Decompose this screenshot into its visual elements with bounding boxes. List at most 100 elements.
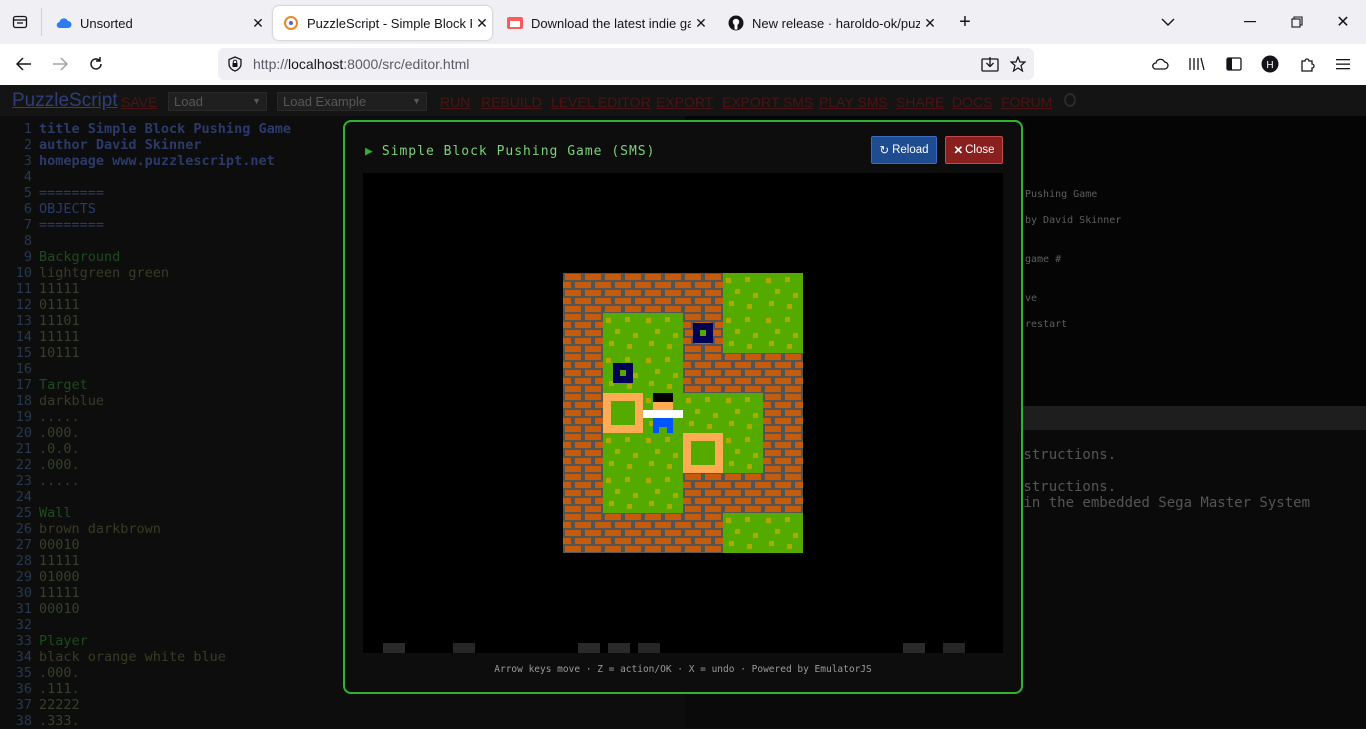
cloud-icon bbox=[56, 15, 72, 31]
code-line: 01111 bbox=[39, 297, 80, 313]
rebuild-link[interactable]: REBUILD bbox=[481, 94, 542, 110]
code-line: 10111 bbox=[39, 345, 80, 361]
export-link[interactable]: EXPORT bbox=[656, 94, 713, 110]
extensions-icon[interactable] bbox=[1297, 54, 1317, 74]
line-number: 1 bbox=[23, 121, 32, 137]
export-sms-link[interactable]: EXPORT SMS bbox=[722, 94, 813, 110]
close-icon: ✕ bbox=[953, 145, 964, 157]
close-tab-icon[interactable]: ✕ bbox=[248, 15, 268, 32]
url-bar[interactable]: http://localhost:8000/src/editor.html bbox=[218, 48, 1034, 80]
line-number: 24 bbox=[15, 489, 32, 505]
save-to-pocket-icon[interactable] bbox=[980, 54, 1000, 74]
library-icon[interactable] bbox=[1187, 54, 1207, 74]
code-line: ..... bbox=[39, 473, 80, 489]
line-number: 9 bbox=[23, 249, 32, 265]
close-tab-icon[interactable]: ✕ bbox=[920, 15, 940, 32]
console-line: in the embedded Sega Master System bbox=[1015, 495, 1311, 511]
line-number: 12 bbox=[15, 297, 32, 313]
code-line: 00010 bbox=[39, 601, 80, 617]
reload-icon: ↻ bbox=[879, 145, 890, 157]
line-number: 22 bbox=[15, 457, 32, 473]
tab-github[interactable]: New release · haroldo-ok/puzzlescript ✕ bbox=[718, 6, 940, 40]
line-number: 31 bbox=[15, 601, 32, 617]
line-number: 19 bbox=[15, 409, 32, 425]
emulator-control-overlay bbox=[943, 643, 965, 653]
code-line: Target bbox=[39, 377, 88, 393]
line-number: 33 bbox=[15, 633, 32, 649]
github-icon bbox=[728, 15, 744, 31]
code-line: 00010 bbox=[39, 537, 80, 553]
tab-puzzlescript[interactable]: PuzzleScript - Simple Block Pushing Game… bbox=[273, 6, 492, 40]
level-editor-link[interactable]: LEVEL EDITOR bbox=[551, 94, 651, 110]
reload-button[interactable]: ↻ Reload bbox=[871, 136, 937, 164]
line-number: 15 bbox=[15, 345, 32, 361]
navigation-bar: http://localhost:8000/src/editor.html H bbox=[0, 44, 1366, 86]
list-all-tabs-icon[interactable] bbox=[1158, 12, 1178, 32]
code-line: Player bbox=[39, 633, 88, 649]
emulator-control-overlay bbox=[578, 643, 600, 653]
close-tab-icon[interactable]: ✕ bbox=[472, 15, 492, 32]
line-number: 37 bbox=[15, 697, 32, 713]
code-line: Background bbox=[39, 249, 121, 265]
bookmark-star-icon[interactable] bbox=[1008, 54, 1028, 74]
modal-title: ▶ Simple Block Pushing Game (SMS) bbox=[365, 144, 656, 159]
emulator-control-overlay bbox=[638, 643, 660, 653]
back-icon[interactable] bbox=[14, 54, 34, 74]
line-number: 10 bbox=[15, 265, 32, 281]
code-line: 11111 bbox=[39, 281, 80, 297]
line-number: 32 bbox=[15, 617, 32, 633]
minimize-icon[interactable] bbox=[1240, 12, 1260, 32]
close-window-icon[interactable]: ✕ bbox=[1333, 12, 1353, 32]
close-tab-icon[interactable]: ✕ bbox=[691, 15, 711, 32]
game-canvas bbox=[383, 273, 965, 653]
profile-avatar-icon[interactable]: H bbox=[1260, 54, 1280, 74]
menu-hamburger-icon[interactable] bbox=[1333, 54, 1353, 74]
line-number: 18 bbox=[15, 393, 32, 409]
emulator-control-overlay bbox=[903, 643, 925, 653]
line-number: 21 bbox=[15, 441, 32, 457]
sidebar-icon[interactable] bbox=[1224, 54, 1244, 74]
line-number: 5 bbox=[23, 185, 32, 201]
code-line: title Simple Block Pushing Game bbox=[39, 121, 291, 137]
line-number: 29 bbox=[15, 569, 32, 585]
firefox-view-icon[interactable] bbox=[10, 12, 30, 32]
restore-icon[interactable] bbox=[1287, 12, 1307, 32]
itchio-icon bbox=[507, 15, 523, 31]
share-link[interactable]: SHARE bbox=[896, 94, 944, 110]
theme-toggle-icon[interactable] bbox=[1064, 93, 1076, 107]
load-select[interactable]: Load ▼ bbox=[168, 92, 267, 111]
site-info-icon[interactable] bbox=[225, 54, 245, 74]
code-line: lightgreen green bbox=[39, 265, 170, 281]
play-sms-link[interactable]: PLAY SMS bbox=[819, 94, 888, 110]
code-line: 11111 bbox=[39, 585, 80, 601]
line-number: 11 bbox=[15, 281, 32, 297]
emulator-control-overlay bbox=[453, 643, 475, 653]
game-preview-line: game # bbox=[1025, 254, 1062, 265]
puzzlescript-icon bbox=[283, 15, 299, 31]
run-link[interactable]: RUN bbox=[440, 94, 470, 110]
sms-player-modal: ▶ Simple Block Pushing Game (SMS) ↻ Reload… bbox=[343, 120, 1023, 694]
line-number: 3 bbox=[23, 153, 32, 169]
code-line: 11101 bbox=[39, 313, 80, 329]
forum-link[interactable]: FORUM bbox=[1001, 94, 1052, 110]
puzzlescript-logo[interactable]: PuzzleScript bbox=[12, 90, 118, 112]
docs-link[interactable]: DOCS bbox=[952, 94, 992, 110]
line-number: 34 bbox=[15, 649, 32, 665]
tab-unsorted[interactable]: Unsorted ✕ bbox=[46, 6, 268, 40]
url-text: http://localhost:8000/src/editor.html bbox=[253, 56, 470, 72]
line-number: 28 bbox=[15, 553, 32, 569]
console-line: nstructions. bbox=[1015, 479, 1117, 495]
line-number: 6 bbox=[23, 201, 32, 217]
emulator-screen[interactable] bbox=[363, 173, 1003, 653]
code-line: 22222 bbox=[39, 697, 80, 713]
account-cloud-icon[interactable] bbox=[1150, 54, 1170, 74]
close-button[interactable]: ✕ Close bbox=[945, 136, 1003, 164]
emulator-control-overlay bbox=[383, 643, 405, 653]
tab-itchio[interactable]: Download the latest indie games ✕ bbox=[497, 6, 711, 40]
forward-icon[interactable] bbox=[50, 54, 70, 74]
load-example-select[interactable]: Load Example ▼ bbox=[277, 92, 427, 111]
emulator-control-overlay bbox=[608, 643, 630, 653]
new-tab-icon[interactable]: + bbox=[955, 11, 975, 33]
save-link[interactable]: SAVE bbox=[121, 94, 157, 110]
reload-page-icon[interactable] bbox=[86, 54, 106, 74]
